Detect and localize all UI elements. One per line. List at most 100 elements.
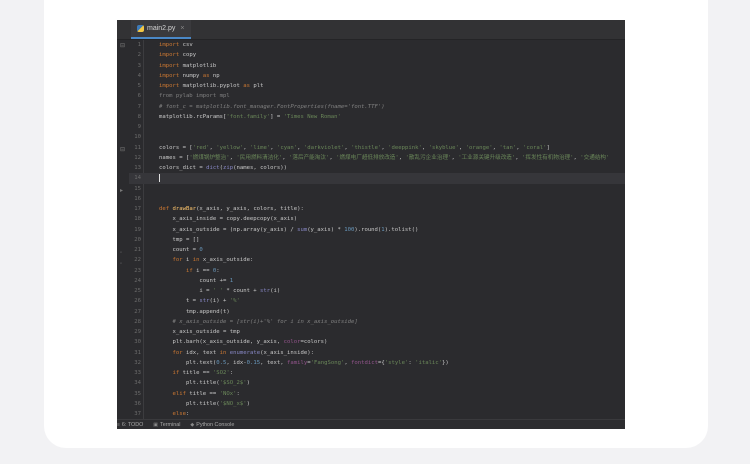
code-text: plt.barh(x_axis_outside, y_axis, color=c…: [159, 339, 328, 346]
line-number: 14: [134, 175, 141, 182]
code-line[interactable]: 26 t = str(i) + '%': [129, 296, 625, 306]
code-line[interactable]: 17 def drawBar(x_axis, y_axis, colors, ti…: [129, 204, 625, 214]
line-number: 12: [134, 154, 141, 161]
fold-icon[interactable]: ⊟: [120, 146, 125, 153]
line-number: 27: [134, 308, 141, 315]
code-line[interactable]: 5 import matplotlib.pyplot as plt: [129, 81, 625, 91]
line-number: 6: [137, 93, 141, 100]
code-text: tmp.append(t): [159, 308, 230, 315]
text-cursor: [159, 173, 160, 182]
line-number: 17: [134, 206, 141, 212]
todo-tool-button[interactable]: ≡ 6: TODO: [117, 422, 143, 428]
code-line[interactable]: 14: [129, 173, 625, 184]
editor-tab-bar: main2.py ×: [117, 20, 625, 40]
line-number: 37: [134, 411, 141, 417]
line-number: 33: [134, 370, 141, 376]
code-line[interactable]: 19 x_axis_outside = (np.array(y_axis) / …: [129, 225, 625, 235]
code-text: for idx, text in enumerate(x_axis_inside…: [172, 349, 314, 356]
line-number: 20: [134, 236, 141, 243]
line-number: 4: [137, 72, 141, 79]
line-number: 7: [137, 103, 141, 110]
line-number: 11: [134, 144, 141, 151]
tab-main2-py[interactable]: main2.py ×: [131, 20, 191, 39]
line-number: 25: [134, 288, 141, 294]
fold-icon[interactable]: ⊟: [120, 42, 125, 49]
line-number: 35: [134, 390, 141, 397]
breakpoint-marker-icon[interactable]: ◦: [120, 250, 122, 256]
code-line[interactable]: 30 plt.barh(x_axis_outside, y_axis, colo…: [129, 337, 625, 347]
code-text: t = str(i) + '%': [159, 298, 240, 305]
python-console-label: Python Console: [196, 421, 235, 428]
code-line[interactable]: 21 count = 0: [129, 245, 625, 255]
code-line[interactable]: 18 x_axis_inside = copy.deepcopy(x_axis): [129, 214, 625, 224]
code-line[interactable]: 12 names = ['燃煤锅炉整治', '民用燃料清洁化', '落后产能淘汰'…: [129, 153, 625, 163]
code-text: colors_dict = dict(zip(names, colors)): [159, 165, 288, 171]
run-gutter-icon[interactable]: ▸: [120, 187, 123, 194]
terminal-tool-button[interactable]: ▣ Terminal: [153, 422, 180, 428]
code-line[interactable]: 23 if i == 0:: [129, 266, 625, 276]
terminal-icon: ▣: [153, 421, 159, 428]
code-line[interactable]: 6 from pylab import mpl: [129, 91, 625, 101]
code-text: [159, 173, 160, 183]
code-line[interactable]: 16: [129, 194, 625, 204]
code-line[interactable]: 25 i = ' ' * count + str(i): [129, 286, 625, 296]
line-number: 18: [134, 216, 141, 223]
python-console-tool-button[interactable]: ◆ Python Console: [190, 422, 234, 428]
line-number: 16: [134, 195, 141, 202]
code-text: if title == 'SO2':: [172, 370, 234, 376]
python-console-icon: ◆: [190, 421, 195, 428]
line-number: 32: [134, 359, 141, 366]
code-line[interactable]: 9: [129, 122, 625, 132]
code-text: import matplotlib.pyplot as plt: [159, 83, 264, 89]
line-number: 9: [137, 124, 141, 130]
code-line[interactable]: 1 import csv: [129, 40, 625, 50]
code-editor-window: main2.py × ⊟ ⊟ ▸ ◦ ◦ 1 import csv 2 import …: [117, 20, 625, 429]
line-number: 24: [134, 277, 141, 284]
code-line[interactable]: 27 tmp.append(t): [129, 307, 625, 317]
code-line[interactable]: 31 for idx, text in enumerate(x_axis_ins…: [129, 348, 625, 358]
code-line[interactable]: 15: [129, 184, 625, 194]
code-line[interactable]: 28 # x_axis_outside = [str(i)+'%' for i …: [129, 317, 625, 327]
line-number: 36: [134, 400, 141, 407]
code-text: colors = ['red', 'yellow', 'lime', 'cyan…: [159, 144, 550, 151]
code-line[interactable]: 13 colors_dict = dict(zip(names, colors)): [129, 163, 625, 173]
code-line[interactable]: 34 plt.title('$SO_2$'): [129, 378, 625, 388]
code-line[interactable]: 2 import copy: [129, 50, 625, 60]
code-line[interactable]: 22 for i in x_axis_outside:: [129, 255, 625, 265]
line-number: 26: [134, 298, 141, 305]
code-text: # x_axis_outside = [str(i)+'%' for i in …: [159, 318, 358, 325]
code-line[interactable]: 7 # font_c = matplotlib.font_manager.Font…: [129, 102, 625, 112]
bottom-tool-bar: ≡ 6: TODO ▣ Terminal ◆ Python Console: [117, 419, 625, 429]
code-text: plt.title('$NO_x$'): [159, 400, 250, 407]
code-text: x_axis_inside = copy.deepcopy(x_axis): [159, 216, 298, 223]
line-number: 1: [137, 42, 141, 48]
code-text: import matplotlib: [159, 62, 217, 69]
code-text: for i in x_axis_outside:: [172, 257, 254, 264]
code-line[interactable]: 8 matplotlib.rcParams['font.family'] = 'T…: [129, 112, 625, 122]
line-number: 23: [134, 267, 141, 274]
code-line[interactable]: 29 x_axis_outside = tmp: [129, 327, 625, 337]
line-number: 10: [134, 134, 141, 141]
code-line[interactable]: 35 elif title == 'NOx':: [129, 389, 625, 399]
close-icon[interactable]: ×: [180, 25, 184, 32]
code-line[interactable]: 33 if title == 'SO2':: [129, 368, 625, 378]
code-line[interactable]: 36 plt.title('$NO_x$'): [129, 399, 625, 409]
code-text: i = ' ' * count + str(i): [159, 288, 281, 294]
code-text: count = 0: [159, 247, 203, 253]
code-line[interactable]: 20 tmp = []: [129, 235, 625, 245]
code-line[interactable]: 37 else:: [129, 409, 625, 419]
python-file-icon: [137, 25, 144, 32]
code-text: names = ['燃煤锅炉整治', '民用燃料清洁化', '落后产能淘汰', …: [159, 154, 610, 161]
code-area[interactable]: 1 import csv 2 import copy 3 import matplotli…: [129, 40, 625, 420]
code-line[interactable]: 10: [129, 132, 625, 142]
gutter-bookmarks: ⊟ ⊟ ▸ ◦ ◦: [117, 40, 129, 420]
code-line[interactable]: 3 import matplotlib: [129, 61, 625, 71]
code-line[interactable]: 11 colors = ['red', 'yellow', 'lime', 'cy…: [129, 143, 625, 153]
code-text: x_axis_outside = (np.array(y_axis) / sum…: [159, 226, 419, 233]
code-line[interactable]: 24 count += 1: [129, 276, 625, 286]
line-number: 30: [134, 339, 141, 346]
code-line[interactable]: 4 import numpy as np: [129, 71, 625, 81]
code-line[interactable]: 32 plt.text(0.5, idx-0.15, text, family=…: [129, 358, 625, 368]
line-number: 21: [134, 247, 141, 253]
breakpoint-marker-icon[interactable]: ◦: [120, 261, 122, 267]
